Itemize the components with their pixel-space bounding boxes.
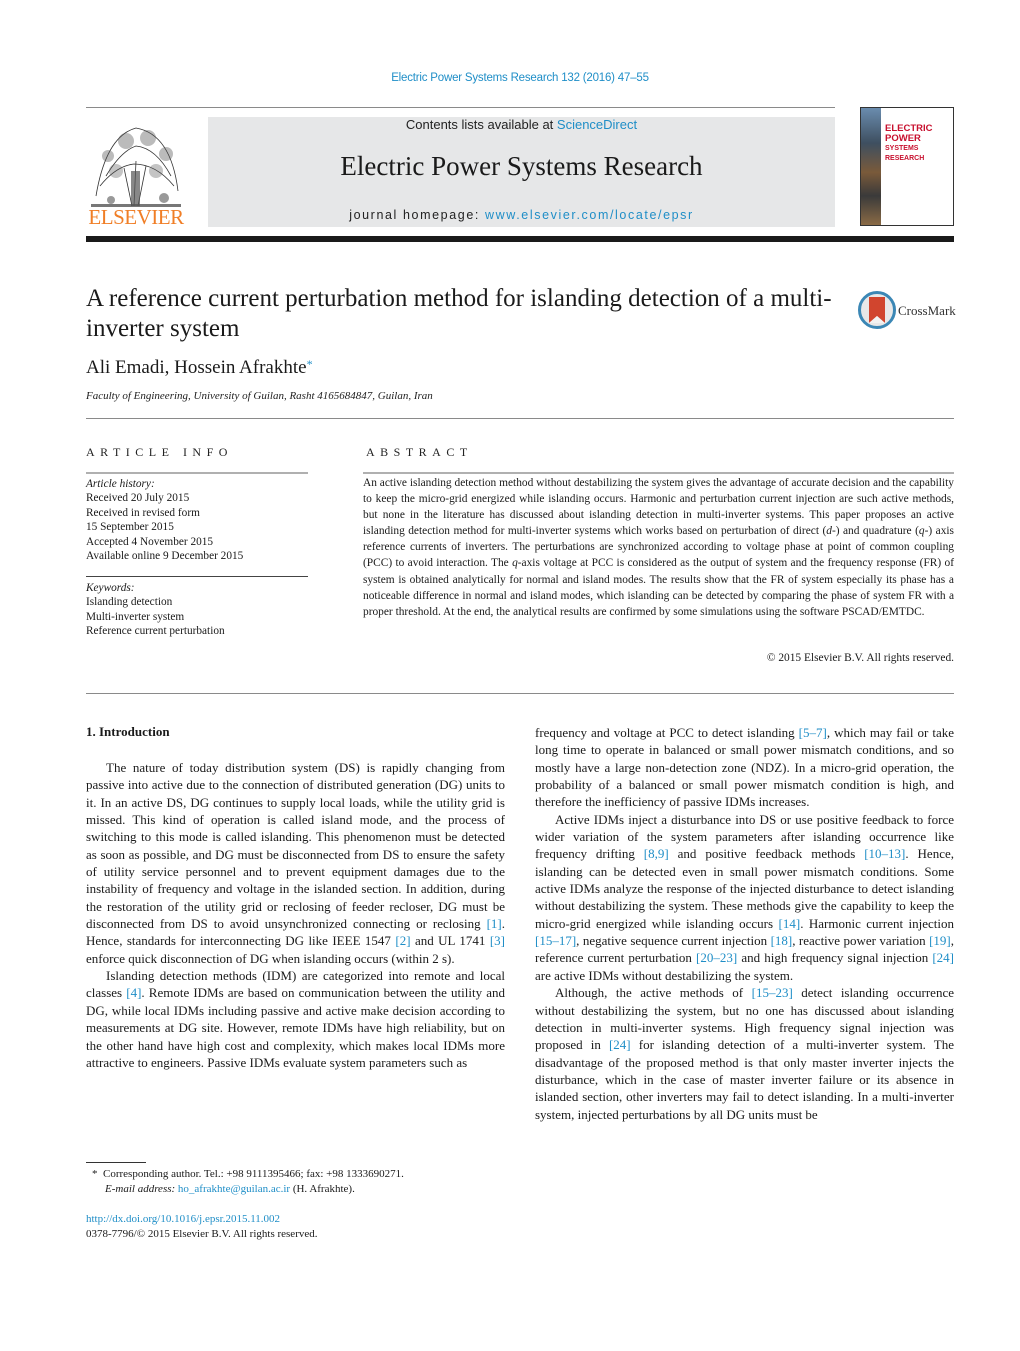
citation-link[interactable]: [1]: [487, 916, 502, 931]
text-run: and positive feedback methods: [668, 846, 865, 862]
text-run: and UL 1741: [410, 933, 490, 949]
history-label: Article history:: [86, 478, 155, 490]
corresponding-author-mark[interactable]: *: [307, 357, 313, 371]
citation-link[interactable]: [2]: [395, 933, 410, 948]
history-item: Available online 9 December 2015: [86, 550, 244, 563]
citation-link[interactable]: [15–23]: [752, 985, 793, 1000]
text-run: . Remote IDMs are based on communication…: [86, 985, 505, 1070]
history-item: Accepted 4 November 2015: [86, 535, 214, 548]
footnote-mark: *: [92, 1168, 98, 1180]
crossmark-badge[interactable]: CrossMark: [858, 291, 958, 331]
footnote-email-line: E-mail address: ho_afrakhte@guilan.ac.ir…: [92, 1182, 404, 1197]
text-run: The nature of today distribution system …: [86, 760, 505, 932]
cover-title: ELECTRIC POWER SYSTEMS RESEARCH: [885, 124, 953, 164]
paragraph: Active IDMs inject a disturbance into DS…: [535, 811, 954, 984]
sciencedirect-link[interactable]: ScienceDirect: [557, 117, 637, 132]
history-item: 15 September 2015: [86, 521, 174, 534]
paragraph: Islanding detection methods (IDM) are ca…: [86, 967, 505, 1071]
affiliation: Faculty of Engineering, University of Gu…: [86, 390, 433, 402]
text-run: Although, the active methods of: [555, 985, 752, 1001]
contents-prefix: Contents lists available at: [405, 117, 557, 132]
keyword-item: Reference current perturbation: [86, 625, 225, 638]
citation-link[interactable]: [24]: [609, 1037, 631, 1052]
citation-link[interactable]: [10–13]: [864, 846, 905, 861]
paragraph: frequency and voltage at PCC to detect i…: [535, 724, 954, 811]
abstract-rule: [363, 472, 954, 474]
article-info-heading: ARTICLE INFO: [86, 445, 233, 459]
keyword-item: Multi-inverter system: [86, 610, 185, 623]
journal-reference-link[interactable]: Electric Power Systems Research 132 (201…: [0, 72, 1020, 84]
affiliation-rule: [86, 418, 954, 419]
body-left-column: The nature of today distribution system …: [86, 759, 505, 1071]
keywords-rule: [86, 576, 308, 577]
abstract-bottom-rule: [86, 693, 954, 694]
citation-link[interactable]: [18]: [771, 933, 793, 948]
citation-link[interactable]: [5–7]: [799, 725, 827, 740]
journal-homepage: journal homepage: www.elsevier.com/locat…: [208, 208, 835, 222]
text-run: , negative sequence current injection: [576, 933, 771, 949]
citation-link[interactable]: [14]: [779, 916, 801, 931]
email-label: E-mail address:: [105, 1183, 176, 1195]
email-link[interactable]: ho_afrakhte@guilan.ac.ir: [178, 1183, 290, 1195]
elsevier-logo[interactable]: ELSEVIER: [86, 116, 186, 229]
citation-link[interactable]: [24]: [932, 950, 954, 965]
citation-link[interactable]: [15–17]: [535, 933, 576, 948]
footnote-rule: [86, 1162, 146, 1163]
abstract-text: An active islanding detection method wit…: [363, 475, 954, 620]
citation-link[interactable]: [20–23]: [696, 950, 737, 965]
section-heading-introduction: 1. Introduction: [86, 724, 170, 739]
text-run: are active IDMs without destabilizing th…: [535, 967, 794, 983]
paragraph: The nature of today distribution system …: [86, 759, 505, 967]
abstract-copyright: © 2015 Elsevier B.V. All rights reserved…: [766, 652, 954, 664]
history-item: Received 20 July 2015: [86, 492, 190, 505]
crossmark-icon: [858, 291, 896, 329]
header-top-rule: [86, 107, 835, 108]
homepage-link[interactable]: www.elsevier.com/locate/epsr: [485, 208, 694, 222]
issn-line: 0378-7796/© 2015 Elsevier B.V. All right…: [86, 1228, 318, 1240]
paragraph: Although, the active methods of [15–23] …: [535, 984, 954, 1123]
keyword-item: Islanding detection: [86, 596, 173, 609]
journal-cover-thumbnail[interactable]: ELECTRIC POWER SYSTEMS RESEARCH: [860, 107, 954, 226]
elsevier-wordmark: ELSEVIER: [88, 205, 184, 229]
citation-link[interactable]: [8,9]: [644, 846, 669, 861]
citation-link[interactable]: [3]: [490, 933, 505, 948]
homepage-prefix: journal homepage:: [349, 208, 486, 222]
corresponding-author-footnote: * Corresponding author. Tel.: +98 911139…: [92, 1167, 404, 1197]
keywords-label: Keywords:: [86, 582, 135, 594]
body-right-column: frequency and voltage at PCC to detect i…: [535, 724, 954, 1123]
abstract-heading: ABSTRACT: [366, 445, 473, 459]
text-run: and high frequency signal injection: [737, 950, 933, 966]
footnote-line: * Corresponding author. Tel.: +98 911139…: [92, 1167, 404, 1182]
text-run: frequency and voltage at PCC to detect i…: [535, 725, 799, 740]
cover-title-line2: SYSTEMS RESEARCH: [885, 145, 925, 162]
article-info-rule: [86, 472, 308, 474]
author-names: Ali Emadi, Hossein Afrakhte: [86, 357, 307, 378]
doi-block: http://dx.doi.org/10.1016/j.epsr.2015.11…: [86, 1212, 318, 1242]
crossmark-label: CrossMark: [898, 303, 956, 318]
text-run: . Harmonic current injection: [800, 915, 955, 931]
keywords: Keywords: Islanding detection Multi-inve…: [86, 581, 308, 639]
contents-line: Contents lists available at ScienceDirec…: [208, 117, 835, 132]
text-run: enforce quick disconnection of DG when i…: [86, 950, 455, 966]
abstract-part: -) and quadrature (: [831, 525, 919, 538]
history-item: Received in revised form: [86, 506, 200, 519]
text-run: , reactive power variation: [792, 933, 930, 949]
journal-title: Electric Power Systems Research: [340, 151, 703, 181]
citation-link[interactable]: [19]: [929, 933, 951, 948]
header-thick-rule: [86, 236, 954, 242]
article-title: A reference current perturbation method …: [86, 285, 832, 342]
citation-link[interactable]: [4]: [126, 985, 141, 1000]
footnote-contact: Corresponding author. Tel.: +98 91113954…: [103, 1168, 404, 1180]
doi-link[interactable]: http://dx.doi.org/10.1016/j.epsr.2015.11…: [86, 1212, 318, 1227]
cover-title-line1: ELECTRIC POWER: [885, 123, 933, 144]
author-list: Ali Emadi, Hossein Afrakhte*: [86, 357, 313, 379]
email-suffix: (H. Afrakhte).: [290, 1183, 355, 1195]
journal-banner: Contents lists available at ScienceDirec…: [208, 117, 835, 227]
cover-photo-strip: [861, 108, 881, 225]
article-history: Article history: Received 20 July 2015 R…: [86, 477, 308, 563]
